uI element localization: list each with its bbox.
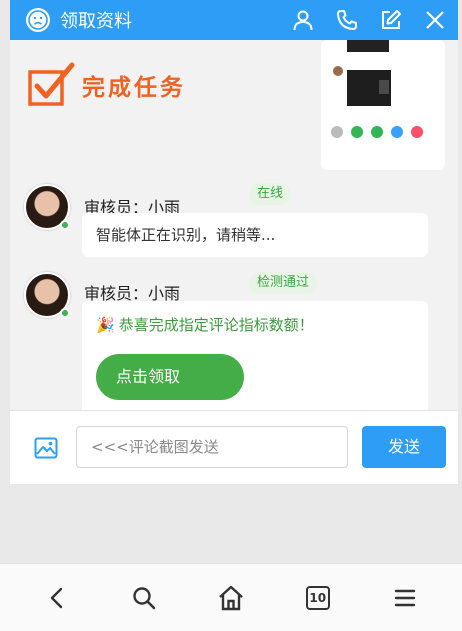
party-popper-icon: 🎉 — [96, 315, 115, 334]
frown-face-icon — [26, 8, 50, 32]
menu-icon[interactable] — [387, 580, 423, 616]
online-status-dot — [60, 308, 70, 318]
message-input-bar: 发送 — [10, 410, 458, 484]
comment-screenshot-thumbnail[interactable] — [321, 40, 445, 170]
reviewer-avatar — [24, 184, 70, 230]
browser-bottom-nav: 10 — [0, 563, 462, 631]
congrats-message: 🎉 恭喜完成指定评论指标数额！ — [96, 314, 314, 335]
message-bubble: 智能体正在识别，请稍等... — [82, 213, 428, 257]
share-options — [331, 126, 423, 138]
tab-count: 10 — [305, 585, 330, 610]
status-badge-passed: 检测通过 — [249, 272, 318, 294]
thumbnail-avatar — [333, 66, 343, 76]
task-complete-text: 完成任务 — [82, 75, 186, 101]
close-icon[interactable] — [422, 7, 448, 33]
checkbox-check-icon — [28, 62, 75, 108]
claim-button[interactable]: 点击领取 — [96, 354, 244, 400]
chat-area[interactable]: 完成任务 审核员：小雨 在线 智能体正在识别，请稍等... 审核员：小雨 检测通… — [10, 40, 458, 410]
user-icon[interactable] — [290, 7, 316, 33]
search-icon[interactable] — [126, 580, 162, 616]
home-icon[interactable] — [213, 580, 249, 616]
tabs-icon[interactable]: 10 — [300, 580, 336, 616]
comment-screenshot-input[interactable] — [76, 426, 348, 468]
online-status-dot — [60, 220, 70, 230]
edit-icon[interactable] — [378, 7, 404, 33]
phone-icon[interactable] — [334, 7, 360, 33]
reviewer-avatar — [24, 272, 70, 318]
send-button[interactable]: 发送 — [362, 426, 446, 468]
task-complete-badge: 完成任务 — [28, 62, 186, 108]
page-title: 领取资料 — [60, 11, 132, 32]
image-upload-icon[interactable] — [34, 437, 58, 459]
message-bubble-reward: 🎉 恭喜完成指定评论指标数额！ 点击领取 — [82, 301, 428, 410]
status-badge-online: 在线 — [249, 183, 292, 205]
congrats-text: 恭喜完成指定评论指标数额！ — [118, 316, 314, 334]
message-text: 智能体正在识别，请稍等... — [96, 226, 276, 244]
header-bar: 领取资料 — [10, 0, 458, 40]
back-icon[interactable] — [39, 580, 75, 616]
